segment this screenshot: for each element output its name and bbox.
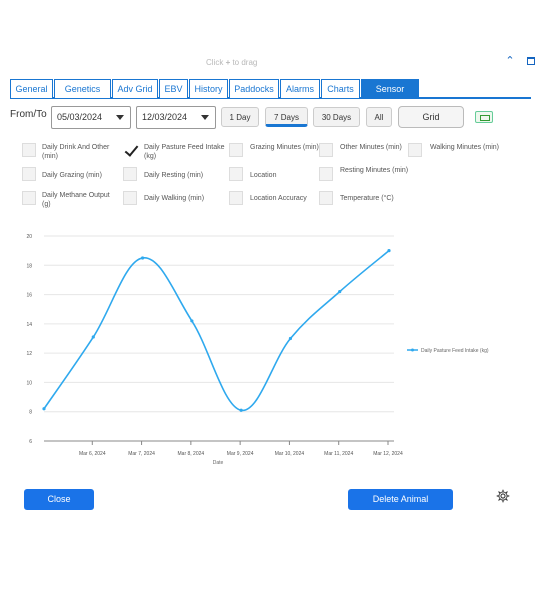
series-line — [43, 250, 390, 412]
window-drag-bar[interactable]: Click + to drag ⌃ — [0, 52, 540, 74]
metric-checkbox[interactable] — [123, 167, 137, 181]
legend-label: Daily Pasture Feed Intake (kg) — [421, 348, 489, 354]
metric-checkbox[interactable] — [319, 191, 333, 205]
metric-checkbox[interactable] — [229, 143, 243, 157]
metric-checkbox[interactable] — [319, 143, 333, 157]
to-date-value: 12/03/2024 — [142, 112, 188, 122]
data-point — [387, 249, 391, 253]
grid-button[interactable]: Grid — [398, 106, 464, 128]
x-tick-label: Mar 7, 2024 — [128, 451, 155, 457]
chevron-down-icon — [201, 115, 209, 120]
sensor-line-chart: 6 8 10 12 14 16 18 20 Mar 6, 2024 Mar 7, 2024 Mar … — [26, 234, 489, 466]
tab-ebv[interactable]: EBV — [159, 79, 188, 98]
y-tick-label: 16 — [26, 293, 32, 299]
metric-checkbox[interactable] — [229, 167, 243, 181]
metric-checkbox[interactable] — [319, 167, 333, 181]
legend-marker — [411, 348, 414, 352]
tab-history[interactable]: History — [189, 79, 228, 98]
x-tick-label: Mar 9, 2024 — [227, 451, 254, 457]
tab-bar: General Genetics Adv Grid EBV History Paddock… — [10, 79, 531, 112]
tab-charts[interactable]: Charts — [321, 79, 360, 98]
x-tick-label: Mar 8, 2024 — [178, 451, 205, 457]
from-date-select[interactable]: 05/03/2024 — [51, 106, 131, 129]
to-date-select[interactable]: 12/03/2024 — [136, 106, 216, 129]
tab-adv-grid[interactable]: Adv Grid — [112, 79, 158, 98]
data-point — [91, 335, 95, 339]
metric-checkbox[interactable] — [229, 191, 243, 205]
x-axis-title: Date — [213, 460, 224, 466]
range-button-7-days[interactable]: 7 Days — [265, 107, 308, 127]
y-tick-label: 12 — [26, 351, 32, 357]
chevron-down-icon — [116, 115, 124, 120]
y-tick-label: 14 — [26, 322, 32, 328]
y-tick-label: 8 — [29, 410, 32, 416]
from-date-value: 05/03/2024 — [57, 112, 103, 122]
tab-alarms[interactable]: Alarms — [280, 79, 320, 98]
tab-general[interactable]: General — [10, 79, 53, 98]
excel-export-icon[interactable] — [475, 111, 493, 123]
close-button[interactable]: Close — [24, 489, 94, 510]
x-tick-label: Mar 10, 2024 — [275, 451, 305, 457]
metric-label: Temperature (°C) — [340, 195, 394, 202]
metric-checkbox[interactable] — [123, 191, 137, 205]
range-button-1-day[interactable]: 1 Day — [221, 107, 259, 127]
data-point — [288, 336, 293, 341]
metric-label: Daily Resting (min) — [144, 172, 204, 179]
metric-label: Daily Walking (min) — [144, 195, 205, 202]
range-button-30-days[interactable]: 30 Days — [313, 107, 360, 127]
metric-checkbox[interactable] — [22, 191, 36, 205]
data-point — [239, 408, 243, 412]
metric-checkbox[interactable] — [22, 143, 36, 157]
x-tick-label: Mar 11, 2024 — [324, 451, 353, 457]
from-to-label: From/To — [10, 109, 47, 120]
tab-paddocks[interactable]: Paddocks — [229, 79, 279, 98]
y-tick-label: 10 — [26, 380, 32, 386]
metric-label: Daily Grazing (min) — [42, 172, 102, 179]
data-point — [42, 407, 46, 411]
x-tick-label: Mar 12, 2024 — [373, 451, 403, 457]
maximize-icon[interactable] — [527, 57, 535, 65]
metric-label: Location Accuracy — [250, 195, 307, 202]
drag-hint: Click + to drag — [206, 58, 258, 67]
metric-label: Daily Methane Output (g) — [42, 192, 110, 208]
data-point — [338, 290, 342, 294]
data-point — [140, 256, 145, 260]
metric-label: Other Minutes (min) — [340, 144, 402, 151]
metric-checkbox[interactable] — [123, 143, 137, 157]
metric-label: Grazing Minutes (min) — [250, 144, 319, 151]
metric-label: Daily Pasture Feed Intake (kg) — [144, 144, 225, 160]
delete-animal-button[interactable]: Delete Animal — [348, 489, 453, 510]
range-button-all[interactable]: All — [366, 107, 392, 127]
x-tick-label: Mar 6, 2024 — [79, 451, 106, 457]
metric-label: Location — [250, 172, 277, 179]
y-tick-label: 6 — [29, 439, 32, 445]
metric-label: Daily Drink And Other (min) — [42, 144, 110, 160]
tab-genetics[interactable]: Genetics — [54, 79, 111, 98]
y-tick-label: 20 — [26, 234, 32, 240]
metric-checkbox[interactable] — [22, 167, 36, 181]
metric-label: Resting Minutes (min) — [340, 167, 409, 174]
metric-label: Walking Minutes (min) — [430, 144, 499, 151]
y-tick-label: 18 — [26, 263, 32, 269]
data-point — [190, 319, 194, 323]
tab-sensor-charts[interactable]: Sensor Charts — [361, 79, 419, 112]
gear-icon[interactable] — [496, 489, 510, 503]
metric-checkbox[interactable] — [408, 143, 422, 157]
collapse-icon[interactable]: ⌃ — [504, 55, 516, 67]
